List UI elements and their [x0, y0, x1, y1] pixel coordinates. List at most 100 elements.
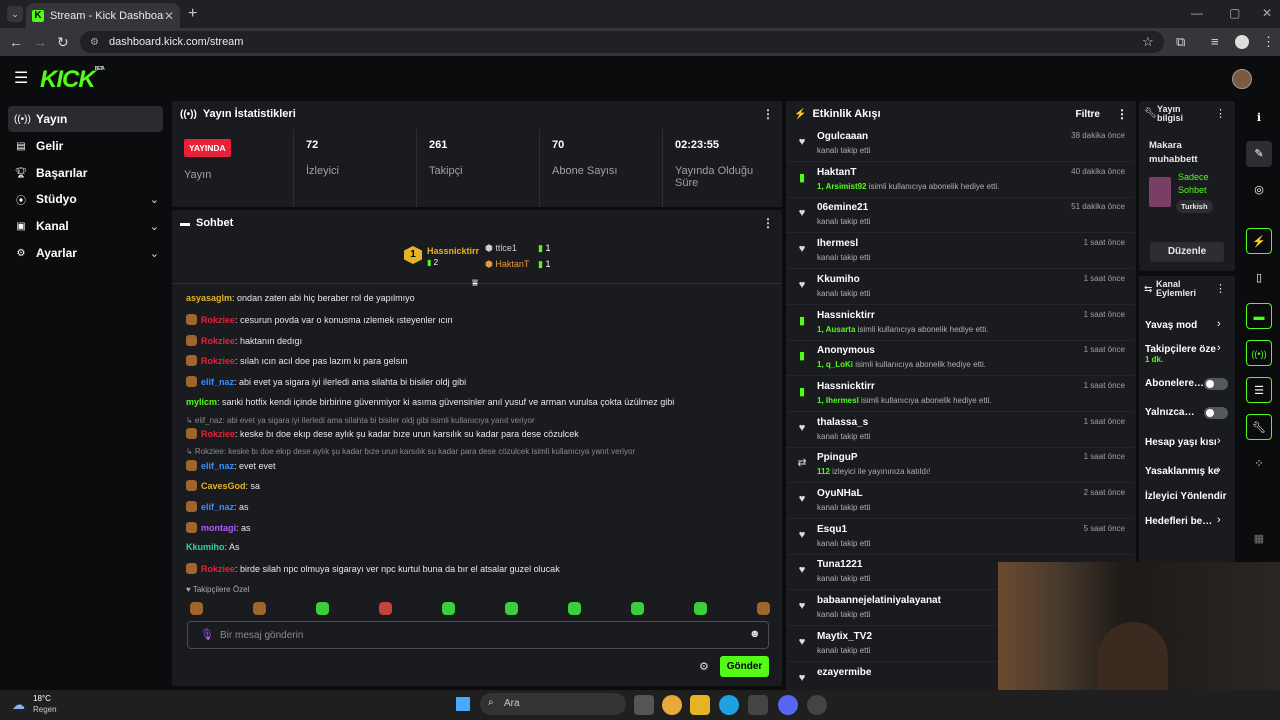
chat-input[interactable]: 🎙︎ Bir mesaj gönderin ☻: [187, 621, 769, 649]
chat-username[interactable]: elif_naz: [201, 461, 234, 471]
discord-icon[interactable]: [778, 695, 798, 715]
edit-pencil-icon[interactable]: ✎: [1246, 141, 1272, 167]
document-icon[interactable]: ▯: [1246, 265, 1272, 291]
apps-icon[interactable]: ⁘: [1246, 451, 1272, 477]
layout-icon[interactable]: ☰: [1246, 377, 1272, 403]
chat-username[interactable]: Rokziee: [201, 429, 235, 439]
emote-icon[interactable]: [316, 602, 329, 615]
channel-action-label[interactable]: İzleyici Yönlendir: [1145, 491, 1227, 502]
chrome-icon[interactable]: [662, 695, 682, 715]
activity-username[interactable]: OyuNHaL: [817, 488, 863, 499]
activity-username[interactable]: Ogulcaaan: [817, 131, 868, 142]
activity-username[interactable]: Anonymous: [817, 345, 875, 356]
more-options-icon[interactable]: ⋮: [1116, 107, 1128, 121]
activity-username[interactable]: Ihermesl: [817, 238, 858, 249]
activity-username[interactable]: HaktanT: [817, 167, 856, 178]
emote-icon[interactable]: [379, 602, 392, 615]
chevron-right-icon[interactable]: ›: [1217, 464, 1221, 476]
kick-logo[interactable]: KICKBETA: [40, 66, 105, 94]
minimize-icon[interactable]: —: [1191, 6, 1203, 20]
third-gifter[interactable]: ⬢ HaktanT: [485, 259, 529, 270]
obs-icon[interactable]: [807, 695, 827, 715]
chat-username[interactable]: CavesGod: [201, 481, 246, 491]
activity-username[interactable]: babaannejelatiniyalayanat: [817, 595, 941, 606]
close-tab-icon[interactable]: ✕: [164, 9, 174, 23]
activity-username[interactable]: thalassa_s: [817, 417, 868, 428]
taskbar-search[interactable]: ⌕ Ara: [480, 693, 626, 715]
sidebar-item-basarilar[interactable]: 🏆︎ Başarılar: [8, 160, 163, 186]
send-button[interactable]: Gönder: [720, 656, 769, 677]
activity-username[interactable]: 06emine21: [817, 202, 868, 213]
user-avatar[interactable]: [1232, 69, 1252, 89]
emote-icon[interactable]: [253, 602, 266, 615]
chevron-right-icon[interactable]: ›: [1217, 514, 1221, 526]
chevron-right-icon[interactable]: ›: [1217, 318, 1221, 330]
chat-username[interactable]: Rokziee: [201, 336, 235, 346]
more-options-icon[interactable]: ⋮: [762, 216, 774, 230]
activity-username[interactable]: Hassnicktirr: [817, 381, 875, 392]
chat-username[interactable]: mylicm: [186, 397, 217, 407]
activity-username[interactable]: Esqu1: [817, 524, 847, 535]
chat-username[interactable]: asyasaglm: [186, 293, 232, 303]
media-icon[interactable]: ≡: [1211, 34, 1219, 49]
browser-menu-icon[interactable]: ⋮: [1262, 34, 1275, 50]
chat-username[interactable]: Kkumiho: [186, 542, 225, 552]
sidebar-item-gelir[interactable]: ▤ Gelir: [8, 133, 163, 159]
emote-icon[interactable]: [757, 602, 770, 615]
edit-button[interactable]: Düzenle: [1150, 242, 1224, 262]
emote-icon[interactable]: [505, 602, 518, 615]
top-gifter-name[interactable]: Hassnicktirr: [427, 246, 479, 256]
emote-icon[interactable]: [190, 602, 203, 615]
sidebar-item-ayarlar[interactable]: ⚙ Ayarlar ⌄: [8, 240, 163, 266]
channel-action-label[interactable]: Yalnızca…: [1145, 407, 1194, 418]
edge-icon[interactable]: [719, 695, 739, 715]
chat-username[interactable]: Rokziee: [201, 564, 235, 574]
file-explorer-icon[interactable]: [690, 695, 710, 715]
emote-icon[interactable]: [568, 602, 581, 615]
weather-icon[interactable]: ☁: [12, 697, 25, 713]
browser-tab[interactable]: K Stream - Kick Dashboard ✕: [26, 3, 180, 28]
broadcast-icon[interactable]: ((•)): [1246, 340, 1272, 366]
emoji-icon[interactable]: ☻: [749, 628, 761, 640]
activity-username[interactable]: Tuna1221: [817, 559, 862, 570]
info-icon[interactable]: ℹ: [1246, 105, 1272, 131]
sidebar-item-kanal[interactable]: ▣ Kanal ⌄: [8, 213, 163, 239]
forward-icon[interactable]: →: [33, 34, 47, 50]
chat-icon[interactable]: ▬: [1246, 303, 1272, 329]
toggle-switch[interactable]: [1204, 407, 1228, 419]
chat-username[interactable]: Rokziee: [201, 356, 235, 366]
channel-action-label[interactable]: Takipçilere öze: [1145, 344, 1216, 355]
category-link[interactable]: Sadece Sohbet: [1178, 171, 1230, 197]
sidebar-item-studyo[interactable]: ⦿ Stüdyo ⌄: [8, 186, 163, 212]
extensions-icon[interactable]: ⧉: [1176, 34, 1185, 50]
channel-action-label[interactable]: Yavaş mod: [1145, 320, 1197, 331]
task-view-icon[interactable]: [634, 695, 654, 715]
lightning-icon[interactable]: ⚡: [1246, 228, 1272, 254]
site-info-icon[interactable]: ⚙: [90, 37, 99, 48]
bookmark-star-icon[interactable]: ☆: [1142, 34, 1154, 50]
rail-bottom-icon[interactable]: ▦: [1246, 526, 1272, 552]
store-icon[interactable]: [748, 695, 768, 715]
activity-username[interactable]: PpinguP: [817, 452, 858, 463]
reload-icon[interactable]: ↻: [57, 34, 69, 51]
sidebar-item-yayin[interactable]: ((•)) Yayın: [8, 106, 163, 132]
emote-icon[interactable]: [631, 602, 644, 615]
channel-action-label[interactable]: Abonelere…: [1145, 378, 1204, 389]
new-tab-icon[interactable]: +: [188, 5, 197, 23]
menu-icon[interactable]: ☰: [14, 68, 28, 88]
back-icon[interactable]: ←: [9, 34, 23, 50]
more-options-icon[interactable]: ⋮: [1215, 107, 1226, 120]
chat-username[interactable]: Rokziee: [201, 315, 235, 325]
chevron-right-icon[interactable]: ›: [1217, 435, 1221, 447]
activity-username[interactable]: Hassnicktirr: [817, 310, 875, 321]
more-options-icon[interactable]: ⋮: [1215, 282, 1226, 295]
tab-search-icon[interactable]: ⌄: [7, 6, 23, 22]
camera-icon[interactable]: ◎: [1246, 177, 1272, 203]
activity-username[interactable]: ezayermibe: [817, 667, 871, 678]
filter-button[interactable]: Filtre: [1076, 109, 1100, 120]
chevron-right-icon[interactable]: ›: [1217, 342, 1221, 354]
chat-username[interactable]: elif_naz: [201, 377, 234, 387]
emote-icon[interactable]: [694, 602, 707, 615]
chat-username[interactable]: elif_naz: [201, 502, 234, 512]
chat-username[interactable]: montagi: [201, 523, 236, 533]
